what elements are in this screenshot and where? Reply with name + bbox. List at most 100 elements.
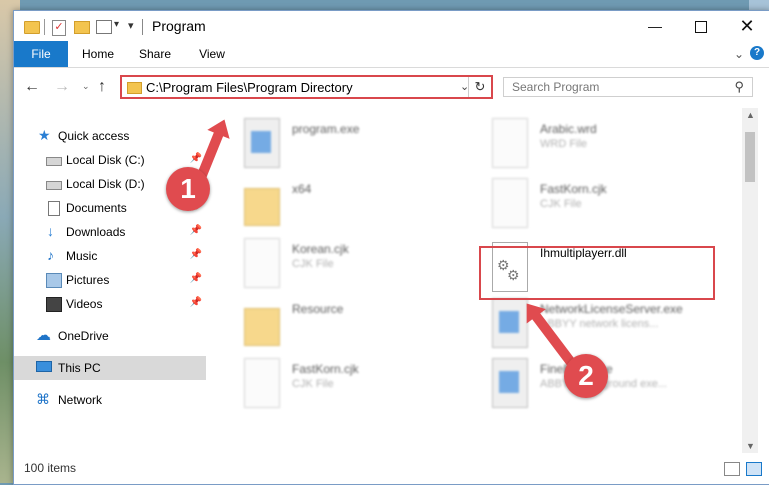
file-item[interactable]: program.exe <box>236 114 476 172</box>
scrollbar-thumb[interactable] <box>745 132 755 182</box>
download-icon: ↓ <box>47 223 54 239</box>
tab-home[interactable]: Home <box>76 41 120 67</box>
file-name: Resource <box>292 302 344 316</box>
sidebar-item-label: Local Disk (C:) <box>66 153 145 167</box>
recent-locations-icon[interactable]: ⌄ <box>82 81 90 92</box>
disk-icon <box>46 181 62 190</box>
customize-toolbar-icon[interactable]: ▾ <box>128 19 134 33</box>
sidebar-item-music[interactable]: ♪ Music 📌 <box>14 244 206 268</box>
expand-ribbon-icon[interactable]: ⌄ <box>734 47 744 61</box>
item-count: 100 items <box>24 461 77 475</box>
address-path[interactable]: C:\Program Files\Program Directory <box>146 80 353 95</box>
maximize-icon <box>695 21 707 34</box>
videos-icon <box>46 297 62 312</box>
search-placeholder[interactable]: Search Program <box>512 80 599 94</box>
folder-icon <box>244 188 280 226</box>
file-icon <box>244 238 280 288</box>
pin-icon[interactable]: 📌 <box>190 297 202 308</box>
file-type: CJK File <box>292 258 334 270</box>
file-type: CJK File <box>292 378 334 390</box>
file-item[interactable]: FastKorn.cjk CJK File <box>236 354 476 412</box>
sidebar-item-label: Music <box>66 249 98 263</box>
properties-check-icon[interactable]: ✓ <box>52 20 66 36</box>
up-icon[interactable]: ↑ <box>98 78 106 96</box>
pin-icon[interactable]: 📌 <box>190 153 202 164</box>
documents-icon <box>48 201 60 216</box>
new-folder-icon[interactable] <box>74 21 90 34</box>
maximize-button[interactable] <box>678 11 724 41</box>
tab-view[interactable]: View <box>192 41 232 67</box>
details-view-icon[interactable] <box>724 462 740 476</box>
sidebar-item-videos[interactable]: Videos 📌 <box>14 292 206 316</box>
navigation-bar: ← → ⌄ ↑ C:\Program Files\Program Directo… <box>14 68 769 108</box>
search-icon[interactable]: ⚲ <box>734 79 744 95</box>
folder-item[interactable]: x64 <box>236 174 476 232</box>
minimize-button[interactable]: — <box>632 11 678 41</box>
scroll-down-icon[interactable]: ▼ <box>746 441 755 451</box>
chevron-down-icon[interactable]: ▾ <box>114 19 119 33</box>
folder-icon <box>244 308 280 346</box>
vertical-scrollbar[interactable]: ▲ ▼ <box>742 108 758 453</box>
folder-icon <box>24 21 40 34</box>
ribbon: File Home Share View ⌄ ? <box>14 41 769 68</box>
file-item[interactable]: Arabic.wrd WRD File <box>484 114 724 172</box>
file-name: x64 <box>292 182 312 196</box>
scroll-up-icon[interactable]: ▲ <box>746 110 755 120</box>
navigation-pane: ★ Quick access Local Disk (C:) 📌 Local D… <box>14 108 210 453</box>
file-name: Korean.cjk <box>292 242 349 256</box>
exe-icon <box>244 118 280 168</box>
address-bar[interactable]: C:\Program Files\Program Directory ⌄ ↻ <box>120 75 493 99</box>
close-button[interactable]: ✕ <box>724 11 769 41</box>
highlight-box <box>479 246 715 300</box>
file-name: FastKorn.cjk <box>292 362 359 376</box>
properties-icon[interactable] <box>96 20 112 34</box>
sidebar-item-label: Downloads <box>66 225 126 239</box>
sidebar-item-onedrive[interactable]: ☁ OneDrive <box>14 324 206 348</box>
sidebar-item-quick-access[interactable]: ★ Quick access <box>14 124 206 148</box>
pin-icon[interactable]: 📌 <box>190 225 202 236</box>
disk-icon <box>46 157 62 166</box>
sidebar-item-network[interactable]: ⌘ Network <box>14 388 206 412</box>
file-type: WRD File <box>540 138 588 150</box>
refresh-icon[interactable]: ↻ <box>468 77 491 97</box>
sidebar-item-label: Quick access <box>58 129 130 143</box>
sidebar-item-downloads[interactable]: ↓ Downloads 📌 <box>14 220 206 244</box>
folder-item[interactable]: Resource <box>236 294 476 352</box>
sidebar-item-this-pc[interactable]: This PC <box>14 356 206 380</box>
divider <box>44 19 45 35</box>
sidebar-item-label: OneDrive <box>58 329 109 343</box>
file-name: FastKorn.cjk <box>540 182 607 196</box>
pin-icon[interactable]: 📌 <box>190 273 202 284</box>
sidebar-item-label: Network <box>58 393 103 407</box>
music-icon: ♪ <box>47 247 54 263</box>
title-bar: ✓ ▾ ▾ Program — ✕ <box>14 11 769 41</box>
file-item[interactable]: NetworkLicenseServer.exe ABBYY network l… <box>484 294 724 352</box>
explorer-window: ✓ ▾ ▾ Program — ✕ File Home Share View ⌄… <box>13 10 769 485</box>
sidebar-item-label: Documents <box>66 201 127 215</box>
sidebar-item-pictures[interactable]: Pictures 📌 <box>14 268 206 292</box>
file-icon <box>492 118 528 168</box>
back-icon[interactable]: ← <box>24 78 40 96</box>
file-name: Arabic.wrd <box>540 122 597 136</box>
file-name: NetworkLicenseServer.exe <box>540 302 683 316</box>
tab-file[interactable]: File <box>14 41 68 67</box>
file-icon <box>244 358 280 408</box>
file-type: CJK File <box>540 198 582 210</box>
help-icon[interactable]: ? <box>750 46 764 60</box>
divider <box>142 19 143 35</box>
pictures-icon <box>46 273 62 288</box>
network-icon: ⌘ <box>36 391 50 407</box>
callout-badge-2: 2 <box>564 354 608 398</box>
file-item[interactable]: FastKorn.cjk CJK File <box>484 174 724 232</box>
status-bar: 100 items <box>14 453 769 483</box>
forward-icon[interactable]: → <box>54 78 70 96</box>
pin-icon[interactable]: 📌 <box>190 249 202 260</box>
large-icons-view-icon[interactable] <box>746 462 762 476</box>
file-item[interactable]: Korean.cjk CJK File <box>236 234 476 292</box>
sidebar-item-label: This PC <box>58 361 101 375</box>
search-input[interactable]: Search Program ⚲ <box>503 77 753 97</box>
tab-share[interactable]: Share <box>134 41 176 67</box>
sidebar-item-label: Local Disk (D:) <box>66 177 145 191</box>
file-name: program.exe <box>292 122 360 136</box>
star-icon: ★ <box>38 127 51 143</box>
